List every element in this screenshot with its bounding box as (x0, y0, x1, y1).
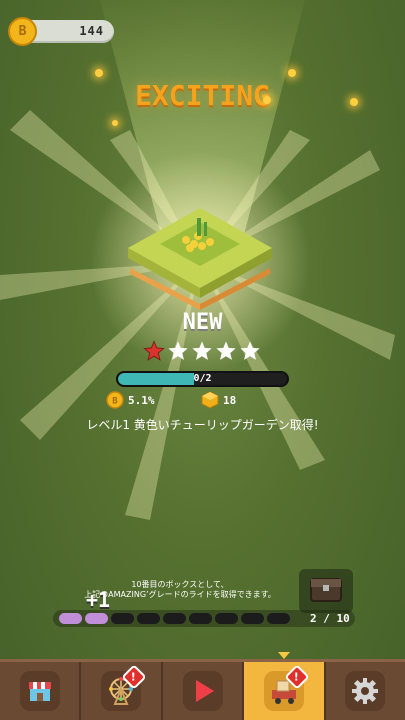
nav-play[interactable] (163, 662, 245, 720)
star-empty-icon (168, 341, 188, 360)
star-rating (143, 340, 261, 362)
nav-boxes[interactable]: ! (244, 662, 326, 720)
stat-rate: B 5.1% (106, 391, 155, 409)
new-label: NEW (182, 310, 223, 335)
box-hint-line2: 上記のAMAZING’グレードのライドを取得できます。 (84, 590, 276, 599)
box-progress-segment (241, 613, 264, 624)
box-progress-segment (189, 613, 212, 624)
box-hint: 10番目のボックスとして、 上記のAMAZING’グレードのライドを取得できます… (40, 580, 320, 600)
star-empty-icon (216, 341, 236, 360)
sparkle (95, 69, 103, 77)
nav-ferris-wheel[interactable]: ! (81, 662, 163, 720)
bottom-nav: ! ! (0, 659, 405, 720)
box-hint-line1: 10番目のボックスとして、 (131, 580, 229, 589)
level-progress-bar: 0/2 (116, 371, 289, 387)
stat-gems-value: 18 (223, 393, 237, 407)
progress-text: 0/2 (193, 373, 212, 384)
gear-icon (352, 678, 379, 704)
play-icon (195, 680, 214, 702)
star-empty-icon (192, 341, 212, 360)
stat-rate-value: 5.1% (128, 393, 155, 407)
sparkle (112, 120, 118, 126)
coin-counter: B 144 (8, 17, 114, 46)
star-empty-icon (240, 341, 260, 360)
shop-icon (28, 682, 51, 701)
reward-message: レベル1 黄色いチューリップガーデン取得! (86, 418, 319, 432)
tulip-garden-tile (128, 208, 272, 310)
sparkle (350, 98, 358, 106)
box-progress-segment (111, 613, 134, 624)
box-count: 2 / 10 (310, 612, 350, 625)
stat-gems: 18 (201, 391, 236, 409)
box-progress-segment (85, 613, 108, 624)
active-tab-marker (278, 652, 290, 659)
plus-one-label: +1 (86, 588, 111, 612)
box-progress-segment (59, 613, 82, 624)
coin-icon: B (8, 17, 37, 46)
star-filled-icon (143, 340, 165, 361)
nav-settings[interactable] (326, 662, 405, 720)
sparkle (263, 96, 271, 104)
coin-icon: B (106, 391, 124, 409)
gem-cube-icon (201, 391, 219, 409)
coin-amount: 144 (79, 24, 104, 38)
chest-reward[interactable] (299, 569, 353, 613)
box-progress-segment (163, 613, 186, 624)
sparkle (288, 69, 296, 77)
svg-text:B: B (112, 397, 118, 407)
nav-shop[interactable] (0, 662, 82, 720)
box-progress-segment (137, 613, 160, 624)
box-progress-segment (215, 613, 238, 624)
chest-icon (310, 578, 342, 602)
reveal-headline: EXCITING (135, 79, 270, 112)
box-progress-segment (267, 613, 290, 624)
